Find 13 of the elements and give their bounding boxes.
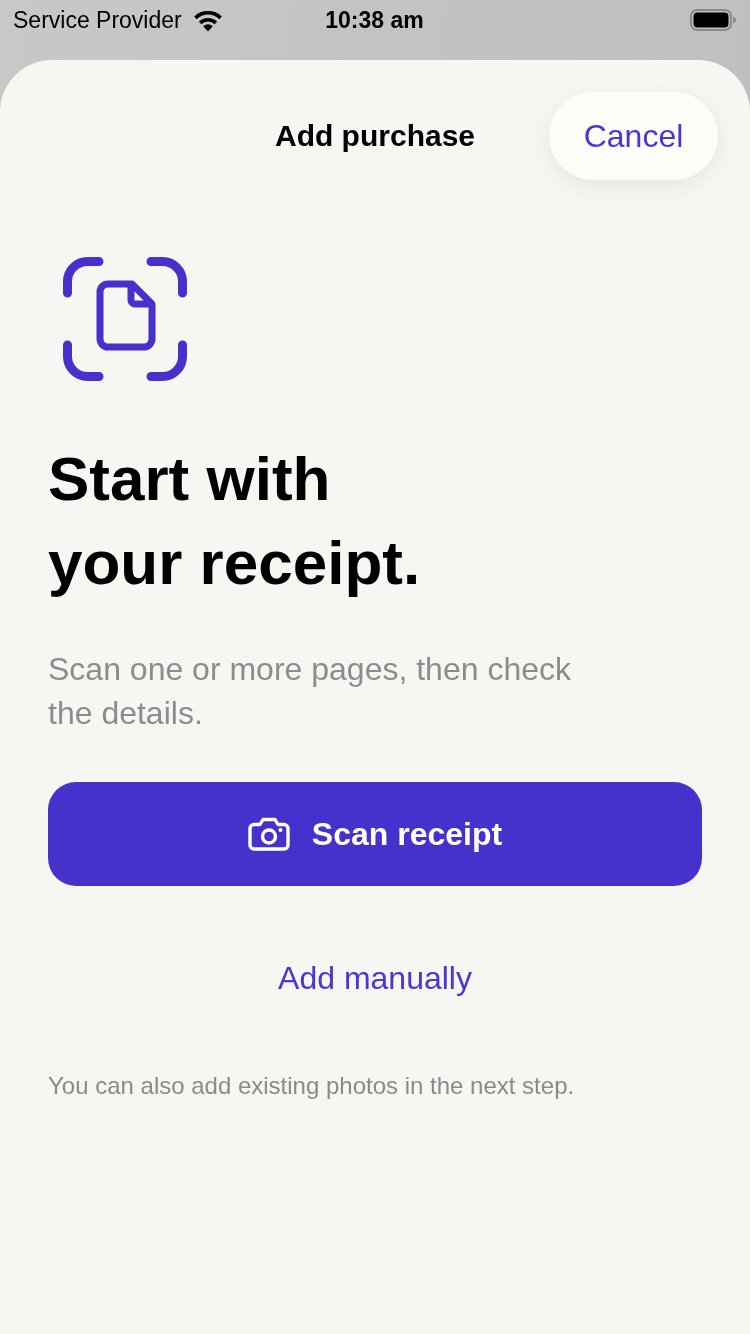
scan-receipt-button[interactable]: Scan receipt — [48, 782, 702, 886]
cancel-button[interactable]: Cancel — [549, 92, 718, 180]
description-text: Scan one or more pages, then check the details. — [48, 650, 572, 733]
add-manually-link[interactable]: Add manually — [278, 958, 472, 998]
document-scan-icon — [63, 257, 187, 381]
heading: Start with your receipt. — [48, 443, 421, 599]
battery-icon — [690, 9, 736, 31]
footnote-text: You can also add existing photos in the next step. — [48, 1071, 575, 1101]
wifi-icon — [191, 8, 224, 32]
status-time: 10:38 am — [325, 6, 424, 34]
carrier-name: Service Provider — [13, 6, 182, 34]
camera-icon — [247, 817, 290, 851]
sheet-title: Add purchase — [274, 119, 475, 153]
